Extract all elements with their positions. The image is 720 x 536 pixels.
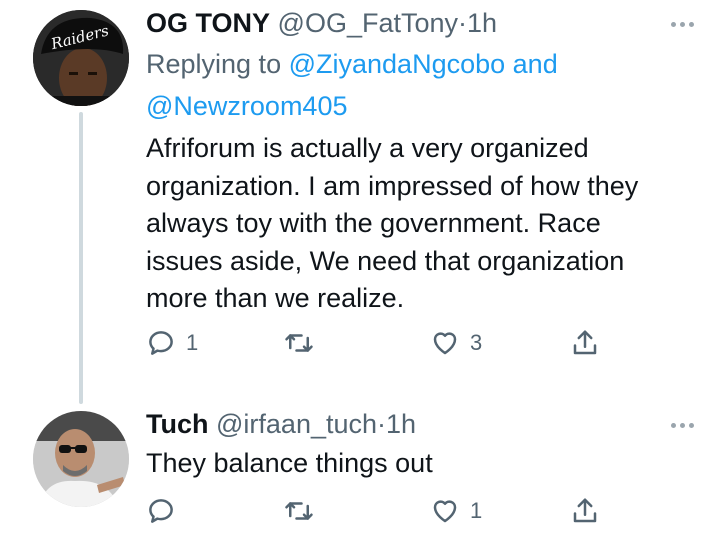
replying-to: Replying to @ZiyandaNgcobo and @Newzroom… [146,43,666,127]
reply-button[interactable] [146,496,186,526]
reply-count: 1 [186,330,199,355]
like-button[interactable]: 3 [430,328,482,358]
timestamp[interactable]: 1h [386,409,416,439]
tweet-text-line: issues aside, We need that organization [146,245,625,276]
reply-button[interactable]: 1 [146,328,198,358]
reply-icon [149,331,173,355]
separator-dot: · [458,8,468,38]
retweet-icon [285,334,313,352]
retweet-button[interactable] [284,328,324,358]
reply-icon [149,499,173,523]
thread-line [79,112,83,404]
share-button[interactable] [570,328,600,358]
like-count: 1 [470,498,483,523]
avatar[interactable]: Raiders [33,10,129,106]
tweet-text-line: more than we realize. [146,283,405,313]
tweet-text-line: always toy with the government. Race [146,208,601,238]
retweet-icon [285,502,313,520]
tweet-text-line: organization. I am impressed of how they [146,170,639,201]
more-options-icon[interactable] [666,14,698,34]
user-handle[interactable]: @OG_FatTony [278,8,458,38]
avatar[interactable] [33,411,129,507]
share-button[interactable] [570,496,600,526]
tweet-header: OG TONY @OG_FatTony·1h [146,6,497,40]
more-options-icon[interactable] [666,415,698,435]
share-icon [573,498,597,523]
reply-and-text[interactable]: and [513,49,558,79]
separator-dot: · [377,409,387,439]
replying-to-label: Replying to [146,49,282,79]
tweet-text: They balance things out [146,445,433,483]
user-handle[interactable]: @irfaan_tuch [216,409,377,439]
heart-icon [433,332,457,355]
display-name[interactable]: Tuch [146,409,209,439]
tweet-header: Tuch @irfaan_tuch·1h [146,407,416,441]
tweet-actions: 1 [146,496,626,536]
display-name[interactable]: OG TONY [146,8,270,38]
share-icon [573,330,597,355]
like-count: 3 [470,330,483,355]
retweet-button[interactable] [284,496,324,526]
mention-link[interactable]: @ZiyandaNgcobo [289,49,506,79]
like-button[interactable]: 1 [430,496,482,526]
heart-icon [433,500,457,523]
tweet-text-line: They balance things out [146,448,433,478]
tweet-actions: 1 3 [146,328,626,368]
mention-link[interactable]: @Newzroom405 [146,91,348,121]
tweet-text: Afriforum is actually a very organized o… [146,130,638,318]
timestamp[interactable]: 1h [467,8,497,38]
tweet-text-line: Afriforum is actually a very organized [146,133,589,163]
